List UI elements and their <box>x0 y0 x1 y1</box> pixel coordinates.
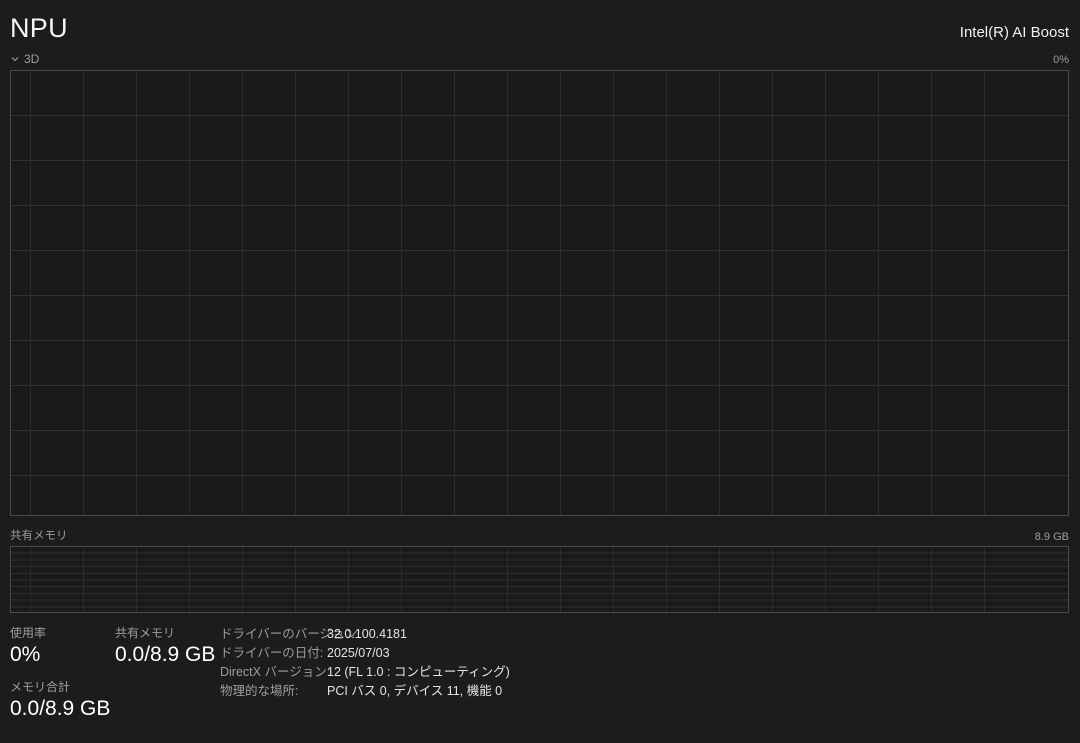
driver-version-label: ドライバーのバージョン: <box>220 625 319 644</box>
total-memory-value: 0.0/8.9 GB <box>10 695 115 723</box>
shared-memory-value: 0.0/8.9 GB <box>115 641 220 669</box>
stats-panel: 使用率 0% メモリ合計 0.0/8.9 GB 共有メモリ 0.0/8.9 GB… <box>10 625 1069 723</box>
total-memory-label: メモリ合計 <box>10 679 115 695</box>
graph-type-label: 3D <box>24 52 39 66</box>
driver-version-value: 32.0.100.4181 <box>327 625 510 644</box>
shared-memory-stat: 共有メモリ 0.0/8.9 GB <box>115 625 220 669</box>
directx-version-value: 12 (FL 1.0 : コンピューティング) <box>327 663 510 682</box>
memory-chart-label: 共有メモリ <box>10 527 68 543</box>
shared-memory-graph[interactable] <box>10 546 1069 613</box>
graph-type-selector[interactable]: 3D <box>10 52 39 66</box>
usage-value: 0% <box>10 641 115 669</box>
shared-memory-label: 共有メモリ <box>115 625 220 641</box>
driver-date-label: ドライバーの日付: <box>220 644 319 663</box>
usage-stat: 使用率 0% <box>10 625 115 669</box>
directx-version-label: DirectX バージョン: <box>220 663 319 682</box>
main-chart-header: 3D 0% <box>10 52 1069 66</box>
usage-label: 使用率 <box>10 625 115 641</box>
physical-location-value: PCI バス 0, デバイス 11, 機能 0 <box>327 682 510 701</box>
driver-date-value: 2025/07/03 <box>327 644 510 663</box>
device-name: Intel(R) AI Boost <box>960 24 1069 42</box>
page-header: NPU Intel(R) AI Boost <box>10 10 1069 44</box>
utilization-graph[interactable] <box>10 70 1069 516</box>
physical-location-label: 物理的な場所: <box>220 682 319 701</box>
total-memory-stat: メモリ合計 0.0/8.9 GB <box>10 679 115 723</box>
page-title: NPU <box>10 12 68 44</box>
main-chart-scale-max: 0% <box>1053 54 1069 66</box>
stats-column-usage: 使用率 0% メモリ合計 0.0/8.9 GB <box>10 625 115 723</box>
memory-chart-scale-max: 8.9 GB <box>1035 531 1069 543</box>
driver-details: ドライバーのバージョン: 32.0.100.4181 ドライバーの日付: 202… <box>220 625 510 723</box>
stats-column-shared-memory: 共有メモリ 0.0/8.9 GB <box>115 625 220 723</box>
npu-performance-page: NPU Intel(R) AI Boost 3D 0% 共有メモリ 8.9 GB… <box>0 0 1080 723</box>
chevron-down-icon <box>10 54 20 64</box>
memory-chart-header: 共有メモリ 8.9 GB <box>10 527 1069 543</box>
